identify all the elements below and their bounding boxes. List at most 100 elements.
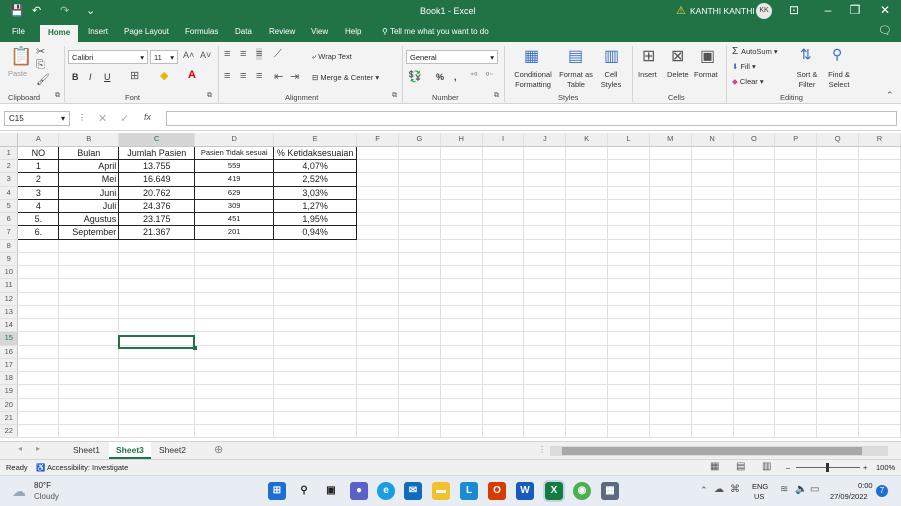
align-center-icon[interactable]: ≡ xyxy=(240,70,246,82)
data-cell[interactable]: 419 xyxy=(194,172,275,187)
empty-cell[interactable] xyxy=(774,252,818,267)
table-header-cell[interactable]: Bulan xyxy=(58,145,120,161)
empty-cell[interactable] xyxy=(194,358,275,373)
empty-cell[interactable] xyxy=(194,384,275,399)
empty-cell[interactable] xyxy=(691,345,734,359)
empty-cell[interactable] xyxy=(607,411,650,426)
normal-view-icon[interactable]: ▦ xyxy=(710,461,719,472)
user-name[interactable]: KANTHI KANTHI xyxy=(690,6,755,16)
empty-cell[interactable] xyxy=(733,331,776,346)
empty-cell[interactable] xyxy=(649,424,692,439)
empty-cell[interactable] xyxy=(58,384,120,399)
empty-cell[interactable] xyxy=(356,424,399,439)
empty-cell[interactable] xyxy=(733,278,776,293)
empty-cell[interactable] xyxy=(398,265,441,280)
clipboard-launcher-icon[interactable]: ⧉ xyxy=(55,92,60,100)
empty-cell[interactable] xyxy=(858,199,901,214)
save-icon[interactable]: 💾 xyxy=(10,4,24,17)
empty-cell[interactable] xyxy=(774,318,818,333)
empty-cell[interactable] xyxy=(691,239,734,253)
paste-icon[interactable]: 📋 xyxy=(10,46,32,67)
empty-cell[interactable] xyxy=(816,371,860,386)
empty-cell[interactable] xyxy=(356,265,399,280)
empty-cell[interactable] xyxy=(273,305,358,320)
empty-cell[interactable] xyxy=(774,358,818,373)
empty-cell[interactable] xyxy=(649,358,692,373)
empty-cell[interactable] xyxy=(774,398,818,412)
row-header[interactable]: 21 xyxy=(0,411,19,426)
empty-cell[interactable] xyxy=(691,252,734,267)
empty-cell[interactable] xyxy=(440,186,483,200)
empty-cell[interactable] xyxy=(649,345,692,359)
empty-cell[interactable] xyxy=(118,398,196,412)
empty-cell[interactable] xyxy=(649,159,692,174)
column-header-l[interactable]: L xyxy=(607,133,650,147)
accounting-format-icon[interactable]: 💱 xyxy=(408,70,422,83)
empty-cell[interactable] xyxy=(733,371,776,386)
empty-cell[interactable] xyxy=(733,146,776,161)
empty-cell[interactable] xyxy=(858,212,901,227)
row-header[interactable]: 3 xyxy=(0,172,19,187)
empty-cell[interactable] xyxy=(194,292,275,306)
autosum-button[interactable]: Σ AutoSum ▾ xyxy=(732,47,778,57)
empty-cell[interactable] xyxy=(482,146,525,161)
empty-cell[interactable] xyxy=(607,199,650,214)
empty-cell[interactable] xyxy=(565,186,609,200)
empty-cell[interactable] xyxy=(482,212,525,227)
empty-cell[interactable] xyxy=(356,371,399,386)
more-icon[interactable]: ⋮ xyxy=(78,113,86,122)
empty-cell[interactable] xyxy=(440,225,483,240)
sheet-tab-sheet3[interactable]: Sheet3 xyxy=(109,442,151,459)
empty-cell[interactable] xyxy=(733,265,776,280)
empty-cell[interactable] xyxy=(607,371,650,386)
wrap-text-button[interactable]: ⤶ Wrap Text xyxy=(312,52,352,62)
data-cell[interactable]: 3 xyxy=(17,185,60,200)
empty-cell[interactable] xyxy=(194,331,275,346)
row-header[interactable]: 22 xyxy=(0,424,19,439)
empty-cell[interactable] xyxy=(733,345,776,359)
empty-cell[interactable] xyxy=(691,225,734,240)
empty-cell[interactable] xyxy=(607,278,650,293)
empty-cell[interactable] xyxy=(816,358,860,373)
empty-cell[interactable] xyxy=(523,199,567,214)
onedrive-icon[interactable]: ☁ xyxy=(714,484,724,495)
empty-cell[interactable] xyxy=(194,239,275,253)
empty-cell[interactable] xyxy=(691,146,734,161)
empty-cell[interactable] xyxy=(482,411,525,426)
empty-cell[interactable] xyxy=(194,265,275,280)
empty-cell[interactable] xyxy=(356,331,399,346)
more-icon[interactable]: ⋮ xyxy=(538,445,546,454)
zoom-in-button[interactable]: + xyxy=(863,463,867,472)
undo-icon[interactable]: ↶ xyxy=(32,4,41,17)
horizontal-scrollbar[interactable] xyxy=(550,446,888,456)
empty-cell[interactable] xyxy=(733,199,776,214)
empty-cell[interactable] xyxy=(565,424,609,439)
empty-cell[interactable] xyxy=(273,345,358,359)
empty-cell[interactable] xyxy=(649,411,692,426)
empty-cell[interactable] xyxy=(194,411,275,426)
fill-button[interactable]: ⬇ Fill ▾ xyxy=(732,62,756,72)
empty-cell[interactable] xyxy=(482,159,525,174)
format-painter-icon[interactable]: 🖌 xyxy=(36,73,50,86)
empty-cell[interactable] xyxy=(398,186,441,200)
empty-cell[interactable] xyxy=(356,186,399,200)
empty-cell[interactable] xyxy=(17,411,60,426)
accessibility-status[interactable]: ♿ Accessibility: Investigate xyxy=(36,463,128,472)
empty-cell[interactable] xyxy=(523,186,567,200)
empty-cell[interactable] xyxy=(816,225,860,240)
empty-cell[interactable] xyxy=(118,358,196,373)
empty-cell[interactable] xyxy=(440,292,483,306)
empty-cell[interactable] xyxy=(607,172,650,187)
empty-cell[interactable] xyxy=(482,305,525,320)
empty-cell[interactable] xyxy=(816,172,860,187)
empty-cell[interactable] xyxy=(440,172,483,187)
empty-cell[interactable] xyxy=(398,305,441,320)
data-cell[interactable]: Juni xyxy=(58,185,120,200)
conditional-formatting-icon[interactable]: ▦ xyxy=(524,46,539,66)
empty-cell[interactable] xyxy=(816,278,860,293)
empty-cell[interactable] xyxy=(523,239,567,253)
empty-cell[interactable] xyxy=(273,292,358,306)
mail-icon[interactable]: ✉ xyxy=(404,482,422,500)
empty-cell[interactable] xyxy=(118,424,196,439)
empty-cell[interactable] xyxy=(565,331,609,346)
